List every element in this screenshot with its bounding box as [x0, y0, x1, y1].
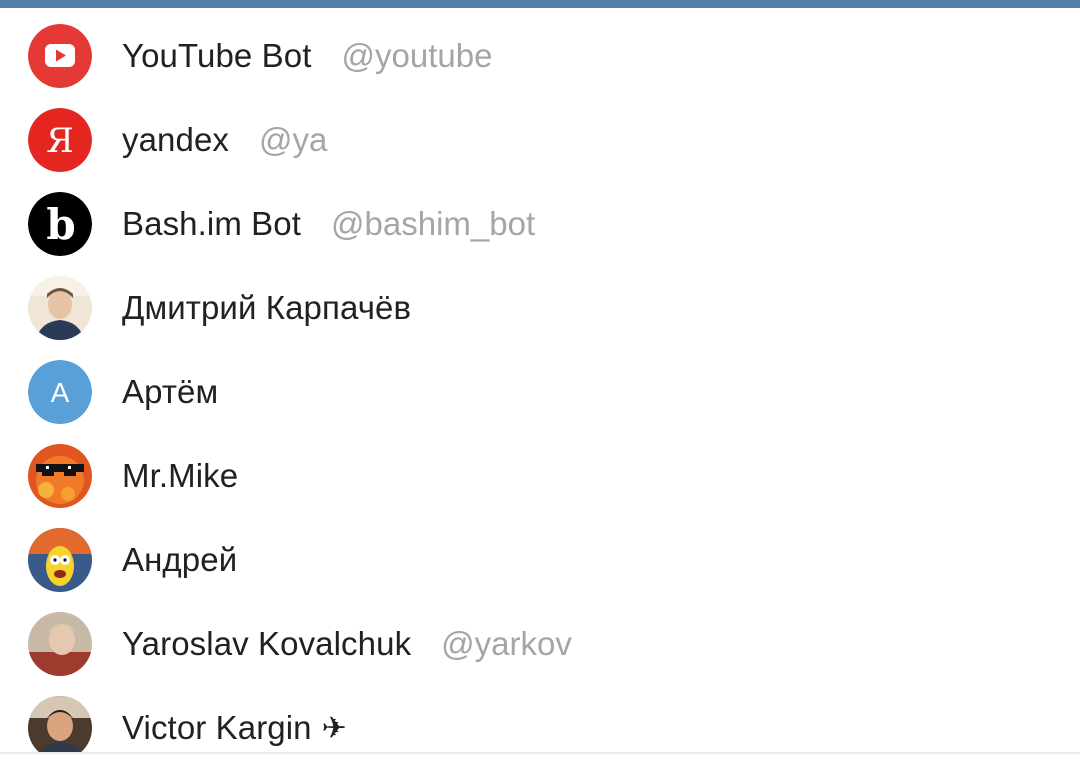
contact-name: Yaroslav Kovalchuk — [122, 625, 412, 662]
contact-name: Дмитрий Карпачёв — [122, 289, 412, 326]
yandex-letter: Я — [46, 121, 73, 161]
header-bar — [0, 0, 1080, 8]
bashim-letter: b — [46, 200, 75, 249]
avatar-yandex-icon: Я — [28, 108, 92, 172]
contact-name: Mr.Mike — [122, 457, 239, 494]
avatar-photo — [28, 612, 92, 676]
avatar-photo — [28, 528, 92, 592]
avatar-bashim-icon: b — [28, 192, 92, 256]
avatar-photo — [28, 276, 92, 340]
contact-name: YouTube Bot — [122, 37, 312, 74]
contact-name: Victor Kargin — [122, 709, 312, 746]
avatar-youtube-icon — [28, 24, 92, 88]
avatar-photo — [28, 444, 92, 508]
contact-row[interactable]: Дмитрий Карпачёв — [0, 260, 1080, 344]
contact-username: @yarkov — [441, 625, 572, 662]
avatar-initial: А — [51, 377, 70, 408]
contact-row[interactable]: YouTube Bot @youtube — [0, 8, 1080, 92]
contact-row[interactable]: Yaroslav Kovalchuk @yarkov — [0, 596, 1080, 680]
contact-name: Bash.im Bot — [122, 205, 302, 242]
avatar-photo — [28, 696, 92, 752]
contact-name: Андрей — [122, 541, 238, 578]
contact-list[interactable]: YouTube Bot @youtube Я yandex @ya b Bash… — [0, 8, 1080, 752]
bottom-divider — [0, 752, 1080, 754]
contact-row[interactable]: Victor Kargin ✈ — [0, 680, 1080, 752]
contact-username: @youtube — [341, 37, 493, 74]
contact-username: @bashim_bot — [331, 205, 536, 242]
airplane-icon: ✈ — [321, 710, 347, 746]
contact-row[interactable]: Я yandex @ya — [0, 92, 1080, 176]
contact-row[interactable]: b Bash.im Bot @bashim_bot — [0, 176, 1080, 260]
contact-row[interactable]: Mr.Mike — [0, 428, 1080, 512]
contact-name: yandex — [122, 121, 230, 158]
contact-username: @ya — [259, 121, 328, 158]
contact-row[interactable]: А Артём — [0, 344, 1080, 428]
avatar-letter: А — [28, 360, 92, 424]
contact-name: Артём — [122, 373, 219, 410]
contact-row[interactable]: Андрей — [0, 512, 1080, 596]
